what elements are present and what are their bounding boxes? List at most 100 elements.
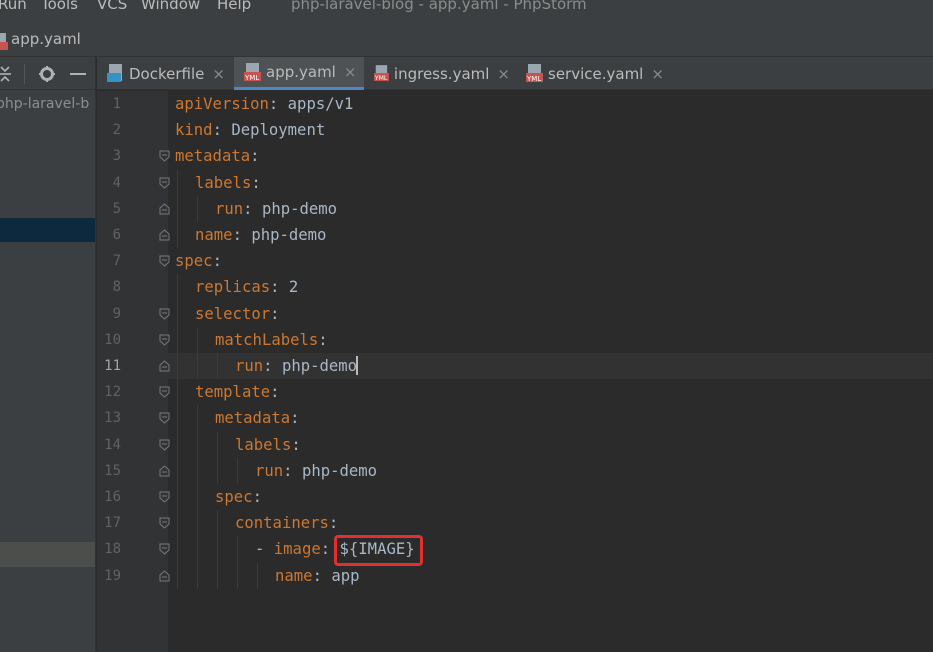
fold-open-icon[interactable] <box>159 386 170 398</box>
tab-label: app.yaml <box>266 63 336 81</box>
fold-open-icon[interactable] <box>159 334 170 346</box>
line-number: 11 <box>104 358 121 374</box>
menu-window[interactable]: Window <box>141 0 200 13</box>
line-number: 18 <box>104 541 121 558</box>
yaml-value: Deployment <box>231 121 326 140</box>
line-number: 7 <box>112 253 121 270</box>
indent-guide <box>177 562 178 589</box>
menu-help[interactable]: Help <box>217 0 251 13</box>
indent-guide <box>197 457 198 484</box>
line-number: 8 <box>112 279 121 296</box>
code-line[interactable]: matchLabels: <box>215 327 328 353</box>
project-root-item[interactable]: php-laravel-b <box>0 96 89 112</box>
collapse-all-icon[interactable] <box>0 65 16 83</box>
yaml-value: 2 <box>288 278 299 297</box>
indent-guide <box>237 457 238 484</box>
yaml-value: php-demo <box>281 357 358 375</box>
close-icon[interactable]: × <box>651 65 664 83</box>
fold-open-icon[interactable] <box>159 150 170 163</box>
fold-close-icon[interactable] <box>159 360 170 372</box>
tab-service-yaml[interactable]: YML service.yaml × <box>516 57 671 90</box>
menu-bar: Run Tools VCS Window Help php-laravel-bl… <box>0 0 933 22</box>
fold-close-icon[interactable] <box>159 569 170 582</box>
fold-close-icon[interactable] <box>159 465 170 477</box>
fold-open-icon[interactable] <box>159 517 170 529</box>
fold-open-icon[interactable] <box>159 412 170 425</box>
tab-dockerfile[interactable]: Dockerfile × <box>97 57 234 90</box>
code-line[interactable]: kind: Deployment <box>175 117 325 143</box>
yaml-value: php-demo <box>261 199 338 218</box>
line-number: 14 <box>104 436 121 453</box>
tab-app-yaml[interactable]: YML app.yaml × <box>234 57 364 90</box>
fold-open-icon[interactable] <box>159 177 170 189</box>
code-line[interactable]: name: php-demo <box>195 222 326 248</box>
line-number: 6 <box>112 227 121 243</box>
navigation-bar: app.yaml <box>0 22 933 57</box>
code-line[interactable]: name: app <box>275 563 360 589</box>
indent-guide <box>177 457 178 484</box>
yaml-key: matchLabels <box>215 330 319 349</box>
code-line[interactable]: metadata: <box>175 143 260 169</box>
indent-guide <box>237 562 238 589</box>
yaml-key: name <box>275 566 313 585</box>
code-line[interactable]: metadata: <box>215 405 300 431</box>
code-line[interactable]: template: <box>195 379 280 405</box>
fold-open-icon[interactable] <box>159 255 170 267</box>
code-line[interactable]: apiVersion: apps/v1 <box>175 91 353 117</box>
code-line[interactable]: run: php-demo <box>215 196 337 222</box>
svg-text:YML: YML <box>374 75 388 82</box>
code-editor[interactable]: 1 apiVersion: apps/v1 2 kind: Deployment 3 me… <box>97 91 933 652</box>
close-icon[interactable]: × <box>344 63 357 81</box>
close-icon[interactable]: × <box>212 65 225 83</box>
menu-vcs[interactable]: VCS <box>97 0 127 13</box>
yaml-key: name <box>195 226 233 244</box>
editor-tab-bar: Dockerfile × YML app.yaml × YML ingress.… <box>97 57 933 90</box>
fold-open-icon[interactable] <box>159 543 170 556</box>
close-icon[interactable]: × <box>497 65 510 83</box>
gear-icon[interactable] <box>38 65 56 83</box>
yaml-key: labels <box>195 173 252 192</box>
yaml-key: labels <box>235 435 292 454</box>
fold-open-icon[interactable] <box>159 308 170 320</box>
yaml-key: apiVersion <box>175 95 269 113</box>
menu-run[interactable]: Run <box>0 0 27 13</box>
code-line[interactable]: replicas: 2 <box>195 274 298 300</box>
code-line[interactable]: labels: <box>235 432 301 458</box>
line-number: 5 <box>112 200 121 217</box>
hide-icon[interactable] <box>69 65 87 83</box>
tree-selected-row[interactable] <box>0 218 95 242</box>
tree-highlighted-row[interactable] <box>0 542 95 567</box>
fold-open-icon[interactable] <box>159 439 170 451</box>
indent-guide <box>217 353 218 380</box>
indent-guide <box>197 405 198 432</box>
code-line[interactable]: run: php-demo <box>255 458 377 484</box>
text-caret <box>356 356 359 375</box>
code-line[interactable]: labels: <box>195 170 261 196</box>
fold-close-icon[interactable] <box>159 229 170 241</box>
code-line[interactable]: run: php-demo <box>235 353 359 379</box>
indent-guide <box>197 484 198 511</box>
line-number: 17 <box>104 515 121 532</box>
yml-file-icon: YML <box>374 65 389 82</box>
breadcrumb[interactable]: app.yaml <box>11 30 81 48</box>
yml-file-icon: YML <box>526 64 543 83</box>
yaml-value: php-demo <box>251 226 327 244</box>
indent-guide <box>197 326 198 353</box>
yaml-key: metadata <box>215 409 291 428</box>
fold-close-icon[interactable] <box>159 203 170 215</box>
tab-ingress-yaml[interactable]: YML ingress.yaml × <box>364 57 516 90</box>
code-line[interactable]: selector: <box>195 301 280 327</box>
indent-guide <box>197 562 198 589</box>
indent-guide <box>237 536 238 563</box>
indent-guide <box>177 195 178 222</box>
yaml-colon: : <box>291 435 301 454</box>
line-number: 10 <box>104 331 121 348</box>
yaml-colon: : <box>270 383 280 402</box>
indent-guide <box>177 326 178 353</box>
code-line[interactable]: spec: <box>215 484 262 510</box>
code-line[interactable]: containers: <box>235 510 338 536</box>
menu-tools[interactable]: Tools <box>41 0 78 13</box>
yaml-key: spec <box>175 252 213 271</box>
fold-open-icon[interactable] <box>159 491 170 503</box>
code-line[interactable]: spec: <box>175 248 222 274</box>
